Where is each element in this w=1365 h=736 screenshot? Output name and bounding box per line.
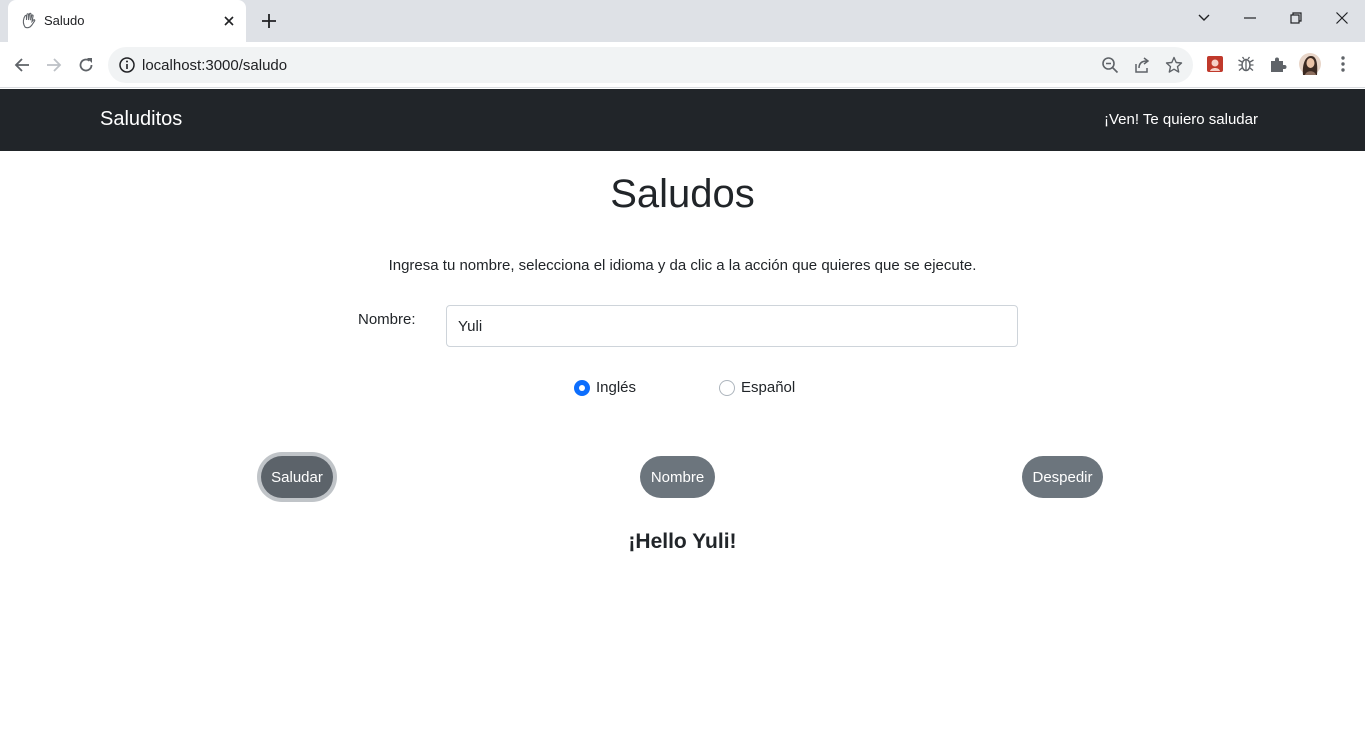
address-bar[interactable]: localhost:3000/saludo <box>108 47 1193 83</box>
saludar-button[interactable]: Saludar <box>261 456 333 498</box>
arrow-left-icon[interactable] <box>10 53 34 77</box>
radio-option-espanol[interactable]: Español <box>719 379 795 396</box>
chevron-down-icon[interactable] <box>1189 6 1219 30</box>
radio-label-ingles: Inglés <box>596 379 637 396</box>
info-icon[interactable] <box>118 56 136 74</box>
radio-ingles[interactable] <box>574 379 590 396</box>
radio-espanol[interactable] <box>719 379 735 396</box>
radio-label-espanol: Español <box>741 379 796 396</box>
url-text: localhost:3000/saludo <box>142 57 288 74</box>
waving-hand-icon <box>20 12 38 30</box>
nav-link-saludar[interactable]: ¡Ven! Te quiero saludar <box>1104 111 1258 128</box>
navbar-brand[interactable]: Saluditos <box>100 108 182 131</box>
name-input[interactable] <box>446 305 1018 347</box>
browser-tabstrip: Saludo <box>0 0 1365 42</box>
name-label: Nombre: <box>358 311 416 328</box>
greeting-result: ¡Hello Yuli! <box>628 530 737 553</box>
plus-icon[interactable] <box>256 8 282 34</box>
close-icon[interactable] <box>218 10 240 32</box>
navbar: Saluditos ¡Ven! Te quiero saludar <box>0 89 1365 151</box>
despedir-button[interactable]: Despedir <box>1022 456 1103 498</box>
arrow-right-icon[interactable] <box>42 53 66 77</box>
restore-icon[interactable] <box>1281 6 1311 30</box>
zoom-out-icon[interactable] <box>1100 55 1120 75</box>
avatar[interactable] <box>1299 53 1321 75</box>
share-icon[interactable] <box>1132 55 1152 75</box>
radio-option-ingles[interactable]: Inglés <box>574 379 636 396</box>
browser-toolbar: localhost:3000/saludo <box>0 42 1365 88</box>
puzzle-icon[interactable] <box>1267 53 1289 75</box>
kebab-menu-icon[interactable] <box>1332 53 1354 75</box>
browser-tab[interactable]: Saludo <box>8 0 246 42</box>
tab-title: Saludo <box>44 13 85 28</box>
bug-icon[interactable] <box>1235 53 1257 75</box>
nombre-button[interactable]: Nombre <box>640 456 715 498</box>
extension-red-icon[interactable] <box>1204 53 1226 75</box>
reload-icon[interactable] <box>74 53 98 77</box>
instructions-text: Ingresa tu nombre, selecciona el idioma … <box>388 257 977 274</box>
page-title: Saludos <box>610 172 755 216</box>
minimize-icon[interactable] <box>1235 6 1265 30</box>
close-icon[interactable] <box>1327 6 1357 30</box>
star-icon[interactable] <box>1164 55 1184 75</box>
